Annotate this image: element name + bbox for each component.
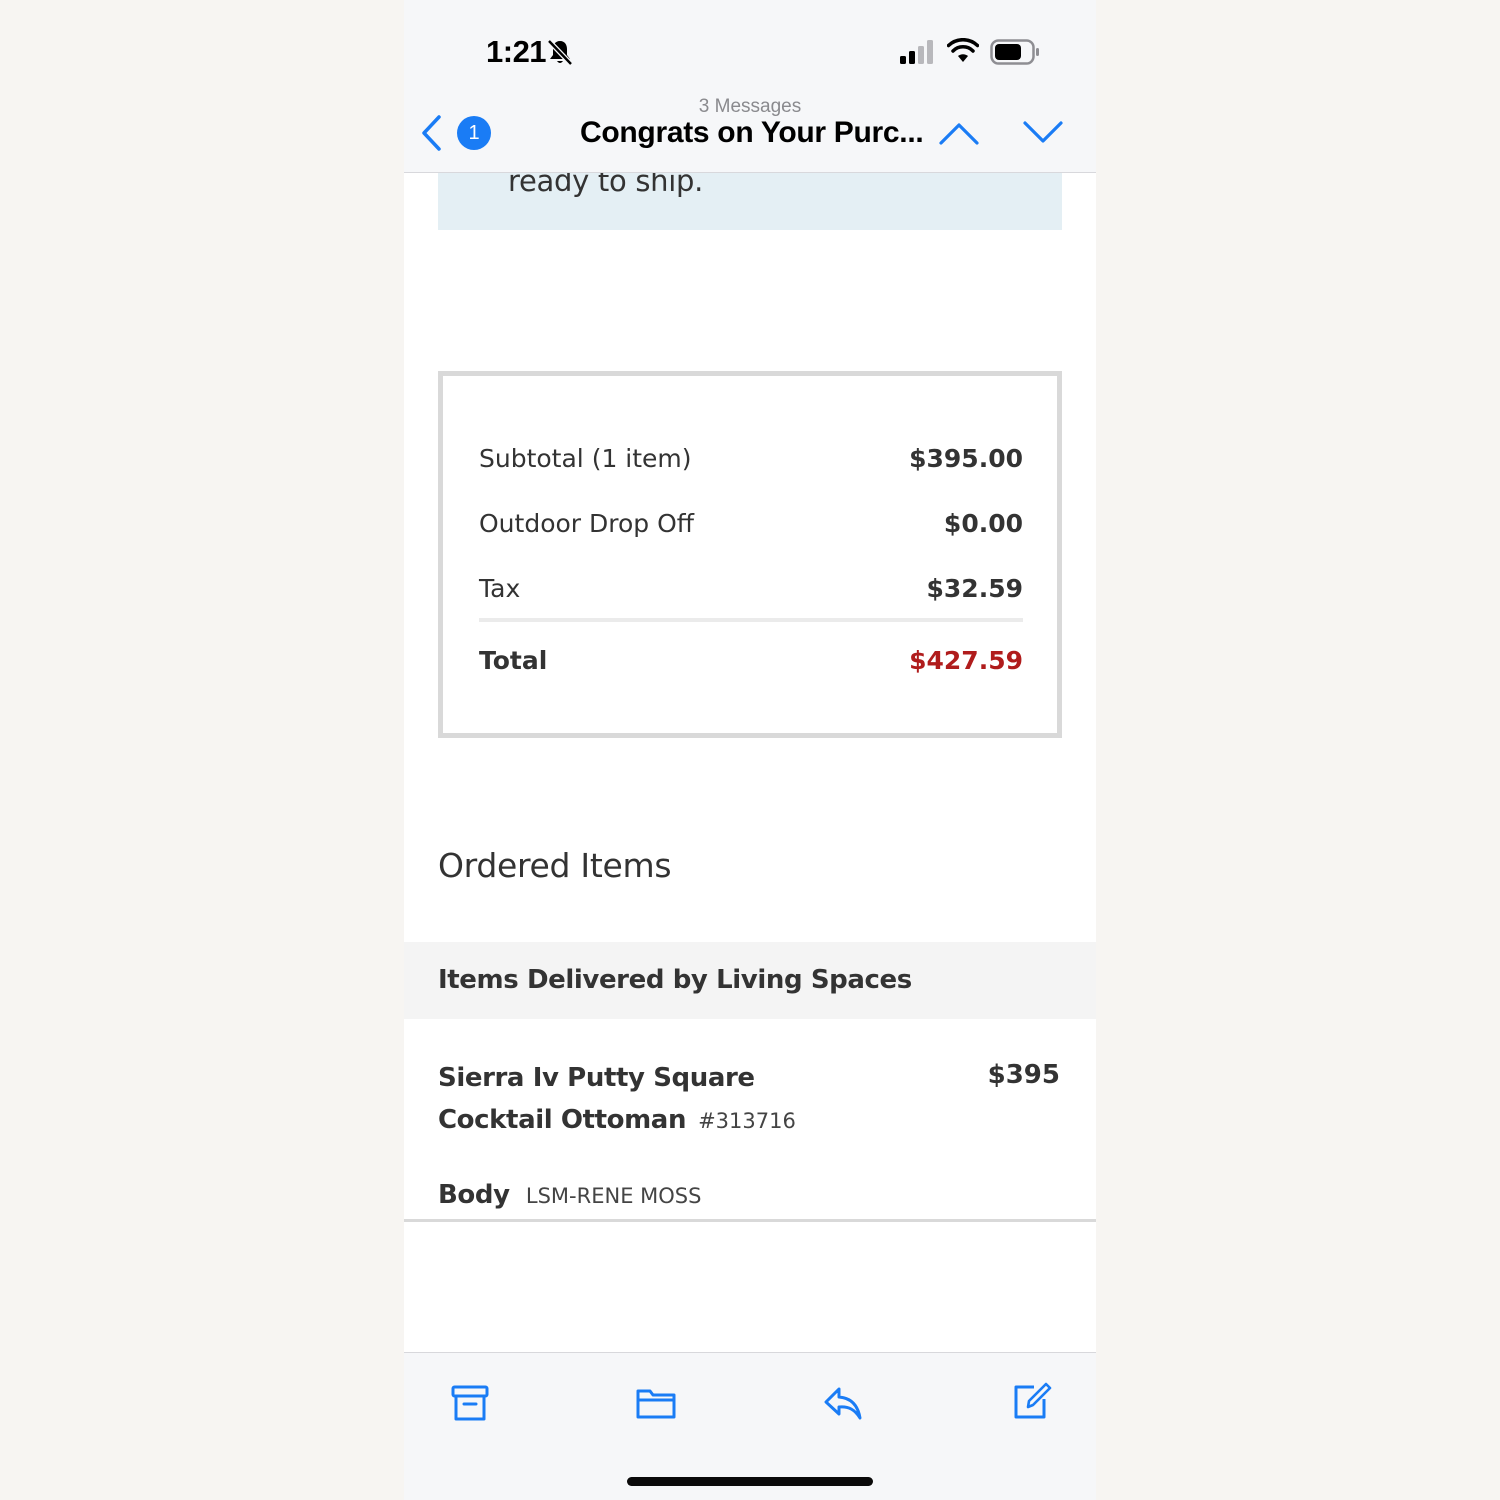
order-summary: Subtotal (1 item) $395.00 Outdoor Drop O… [438,371,1062,738]
archive-icon[interactable] [449,1383,491,1423]
status-time: 1:21 [486,34,547,69]
compose-icon[interactable] [1010,1380,1052,1420]
thread-title: Congrats on Your Purc... [580,116,924,149]
delivered-by-text: Items Delivered by Living Spaces [438,965,912,995]
battery-icon [990,39,1039,65]
subtotal-label: Subtotal (1 item) [479,444,692,473]
home-indicator [627,1477,873,1486]
wifi-icon [947,38,979,62]
delivered-by-band: Items Delivered by Living Spaces [404,942,1096,1019]
unread-badge[interactable]: 1 [457,116,491,150]
mail-screen: ready to ship. Subtotal (1 item) $395.00… [404,0,1096,1500]
item-option-row: Body LSM-RENE MOSS [438,1180,701,1210]
signal-icon [900,40,933,64]
message-count: 3 Messages [698,96,802,117]
item-option-value: LSM-RENE MOSS [525,1184,702,1208]
drop-off-value: $0.00 [943,509,1023,538]
ordered-items-heading: Ordered Items [438,846,672,885]
tax-label: Tax [479,574,521,603]
back-chevron-icon[interactable] [420,114,442,152]
tax-value: $32.59 [926,574,1023,603]
navigation-header: 1:21 1 3 Messages Congrats on Your Purc.… [404,0,1096,173]
item-price: $395 [987,1060,1060,1090]
folder-icon[interactable] [635,1383,677,1423]
reply-icon[interactable] [822,1383,864,1423]
item-sku: #313716 [698,1109,796,1133]
previous-message-icon[interactable] [938,118,980,148]
item-option-label: Body [438,1180,510,1210]
email-body[interactable]: ready to ship. Subtotal (1 item) $395.00… [404,0,1096,1352]
subtotal-value: $395.00 [909,444,1023,473]
bell-slash-icon [547,39,573,66]
item-name[interactable]: Sierra Iv Putty Square Cocktail Ottoman #… [438,1057,858,1142]
drop-off-label: Outdoor Drop Off [479,509,695,538]
total-value: $427.59 [909,646,1023,675]
bottom-toolbar [404,1352,1096,1500]
item-divider [404,1219,1096,1222]
total-label: Total [479,646,548,675]
next-message-icon[interactable] [1022,118,1064,148]
summary-divider [479,618,1023,622]
